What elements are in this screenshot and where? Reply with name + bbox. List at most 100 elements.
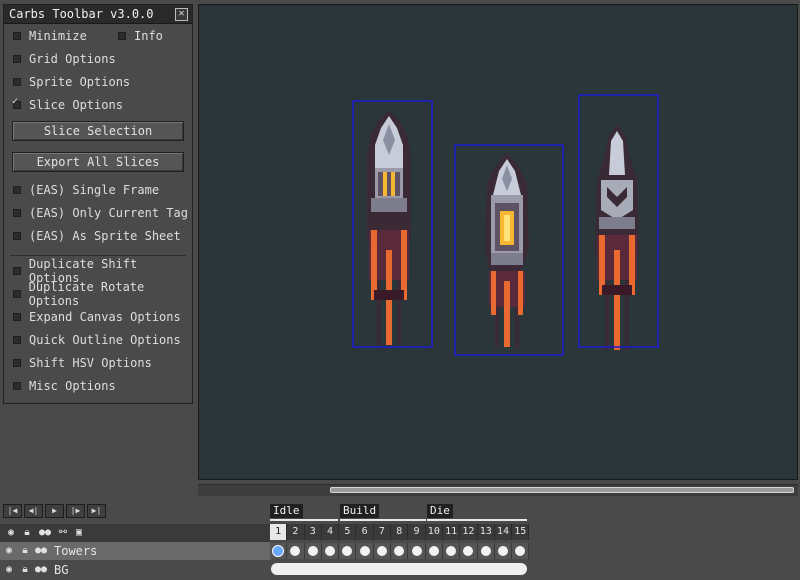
lock-icon[interactable]: 🔒︎ bbox=[20, 526, 34, 540]
expand-canvas-toggle[interactable]: Expand Canvas Options bbox=[13, 308, 181, 326]
continuous-icon[interactable]: ●● bbox=[34, 563, 48, 577]
cel[interactable] bbox=[494, 543, 513, 559]
play-icon[interactable]: ▶ bbox=[45, 504, 64, 518]
frame-header-10[interactable]: 10 bbox=[425, 524, 443, 540]
duplicate-rotate-toggle[interactable]: Duplicate Rotate Options bbox=[13, 280, 192, 308]
cel[interactable] bbox=[425, 543, 443, 559]
frame-header-14[interactable]: 14 bbox=[494, 524, 513, 540]
shift-hsv-toggle[interactable]: Shift HSV Options bbox=[13, 354, 152, 372]
slice-options-toggle[interactable]: Slice Options bbox=[12, 96, 123, 114]
layer-options-icon[interactable]: ▣ bbox=[72, 526, 86, 540]
cel[interactable] bbox=[391, 543, 409, 559]
info-option[interactable]: Info bbox=[118, 27, 163, 45]
expand-canvas-checkbox[interactable] bbox=[13, 313, 21, 321]
duplicate-rotate-label: Duplicate Rotate Options bbox=[28, 280, 145, 308]
eas-single-frame-checkbox[interactable] bbox=[13, 186, 21, 194]
export-all-slices-button[interactable]: Export All Slices bbox=[12, 152, 184, 172]
cel[interactable] bbox=[442, 543, 461, 559]
layer-name: BG bbox=[54, 563, 69, 577]
tag-die[interactable]: Die bbox=[427, 504, 453, 518]
tower-sprite-2 bbox=[485, 153, 529, 348]
frame-header-11[interactable]: 11 bbox=[442, 524, 461, 540]
tower-sprite-1 bbox=[367, 110, 411, 345]
last-frame-icon[interactable]: ▶| bbox=[87, 504, 106, 518]
sprite-options-label: Sprite Options bbox=[29, 75, 131, 89]
horizontal-scrollbar[interactable] bbox=[198, 484, 798, 496]
canvas-drawing bbox=[352, 94, 659, 356]
frame-header-9[interactable]: 9 bbox=[408, 524, 426, 540]
eye-icon[interactable]: ◉ bbox=[4, 526, 18, 540]
continuous-icon[interactable]: ●● bbox=[38, 526, 52, 540]
frame-header-15[interactable]: 15 bbox=[512, 524, 530, 540]
tower-sprite-3 bbox=[595, 125, 639, 350]
cel[interactable] bbox=[339, 543, 357, 559]
frame-header-7[interactable]: 7 bbox=[373, 524, 392, 540]
frame-header-4[interactable]: 4 bbox=[321, 524, 340, 540]
next-frame-icon[interactable]: |▶ bbox=[66, 504, 85, 518]
bg-linked-cel[interactable] bbox=[271, 563, 527, 575]
eas-only-current-tag-option[interactable]: (EAS) Only Current Tag bbox=[13, 204, 188, 222]
previous-frame-icon[interactable]: ◀| bbox=[24, 504, 43, 518]
eas-only-current-tag-checkbox[interactable] bbox=[13, 209, 21, 217]
minimize-checkbox[interactable] bbox=[13, 32, 21, 40]
frame-numbers: 1 2 3 4 5 6 7 8 9 10 11 12 13 14 15 bbox=[270, 524, 530, 540]
continuous-icon[interactable]: ●● bbox=[34, 544, 48, 558]
visibility-icon[interactable]: ◉ bbox=[2, 544, 16, 558]
tag-idle[interactable]: Idle bbox=[270, 504, 303, 518]
frame-header-6[interactable]: 6 bbox=[356, 524, 374, 540]
cel[interactable] bbox=[287, 543, 305, 559]
sprite-canvas[interactable] bbox=[198, 4, 798, 480]
toolbar-title-bar[interactable]: Carbs Toolbar v3.0.0 ✕ bbox=[4, 5, 192, 24]
eas-single-frame-option[interactable]: (EAS) Single Frame bbox=[13, 181, 159, 199]
frame-header-12[interactable]: 12 bbox=[460, 524, 478, 540]
slice-options-checkbox[interactable] bbox=[12, 96, 21, 109]
eas-single-frame-label: (EAS) Single Frame bbox=[29, 183, 160, 197]
layer-row-towers[interactable]: ◉ 🔒︎ ●● Towers bbox=[0, 542, 270, 560]
frame-header-8[interactable]: 8 bbox=[391, 524, 409, 540]
frame-header-1[interactable]: 1 bbox=[270, 524, 288, 540]
expand-canvas-label: Expand Canvas Options bbox=[29, 310, 181, 324]
cel[interactable] bbox=[373, 543, 392, 559]
frame-header-3[interactable]: 3 bbox=[304, 524, 322, 540]
cel[interactable] bbox=[408, 543, 426, 559]
frame-header-13[interactable]: 13 bbox=[477, 524, 495, 540]
duplicate-shift-toggle[interactable]: Duplicate Shift Options bbox=[13, 257, 192, 285]
cel[interactable] bbox=[321, 543, 340, 559]
quick-outline-toggle[interactable]: Quick Outline Options bbox=[13, 331, 181, 349]
misc-options-checkbox[interactable] bbox=[13, 382, 21, 390]
cel[interactable] bbox=[460, 543, 478, 559]
close-icon[interactable]: ✕ bbox=[175, 7, 188, 21]
misc-options-toggle[interactable]: Misc Options bbox=[13, 377, 116, 395]
grid-options-checkbox[interactable] bbox=[13, 55, 21, 63]
sprite-options-toggle[interactable]: Sprite Options bbox=[13, 73, 130, 91]
sprite-options-checkbox[interactable] bbox=[13, 78, 21, 86]
grid-options-toggle[interactable]: Grid Options bbox=[13, 50, 116, 68]
lock-icon[interactable]: 🔒︎ bbox=[18, 563, 32, 577]
lock-icon[interactable]: 🔒︎ bbox=[18, 544, 32, 558]
duplicate-shift-checkbox[interactable] bbox=[13, 267, 21, 275]
quick-outline-label: Quick Outline Options bbox=[29, 333, 181, 347]
playback-controls: |◀ ◀| ▶ |▶ ▶| bbox=[3, 504, 108, 518]
visibility-icon[interactable]: ◉ bbox=[2, 563, 16, 577]
minimize-option[interactable]: Minimize bbox=[13, 27, 87, 45]
slice-selection-button[interactable]: Slice Selection bbox=[12, 121, 184, 141]
cel[interactable] bbox=[356, 543, 374, 559]
link-cels-icon[interactable]: ⚯ bbox=[56, 526, 70, 540]
shift-hsv-checkbox[interactable] bbox=[13, 359, 21, 367]
info-checkbox[interactable] bbox=[118, 32, 126, 40]
tag-build[interactable]: Build bbox=[340, 504, 380, 518]
first-frame-icon[interactable]: |◀ bbox=[3, 504, 22, 518]
layer-row-bg[interactable]: ◉ 🔒︎ ●● BG bbox=[0, 561, 270, 579]
cel[interactable] bbox=[512, 543, 530, 559]
scrollbar-thumb[interactable] bbox=[330, 487, 794, 493]
frame-header-5[interactable]: 5 bbox=[339, 524, 357, 540]
minimize-label: Minimize bbox=[29, 29, 87, 43]
eas-as-sprite-sheet-checkbox[interactable] bbox=[13, 232, 21, 240]
duplicate-rotate-checkbox[interactable] bbox=[13, 290, 21, 298]
eas-as-sprite-sheet-option[interactable]: (EAS) As Sprite Sheet bbox=[13, 227, 181, 245]
cel[interactable] bbox=[477, 543, 495, 559]
frame-header-2[interactable]: 2 bbox=[287, 524, 305, 540]
cel[interactable] bbox=[270, 543, 288, 559]
quick-outline-checkbox[interactable] bbox=[13, 336, 21, 344]
cel[interactable] bbox=[304, 543, 322, 559]
